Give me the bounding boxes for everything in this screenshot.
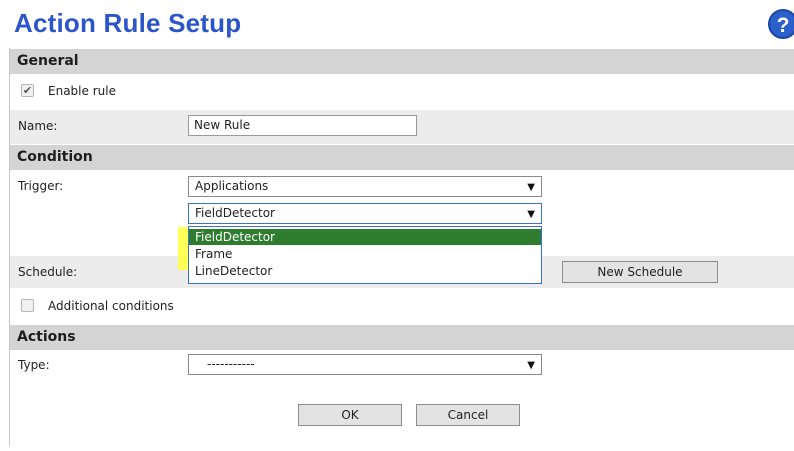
name-row: Name: New Rule (10, 110, 794, 144)
name-label: Name: (18, 119, 58, 133)
cancel-button[interactable]: Cancel (416, 404, 520, 426)
dropdown-option-fielddetector[interactable]: FieldDetector (189, 229, 541, 245)
additional-conditions-row: Additional conditions (10, 290, 794, 322)
subtrigger-select[interactable]: FieldDetector ▼ (188, 203, 542, 224)
section-general-header: General (10, 49, 794, 74)
subtrigger-dropdown-list[interactable]: FieldDetector Frame LineDetector (188, 226, 542, 284)
new-schedule-button[interactable]: New Schedule (562, 261, 718, 283)
subtrigger-value: FieldDetector (195, 206, 275, 220)
ok-button[interactable]: OK (298, 404, 402, 426)
dropdown-option-frame[interactable]: Frame (189, 246, 541, 262)
additional-conditions-label: Additional conditions (48, 299, 174, 313)
action-type-value: ----------- (207, 357, 255, 371)
additional-conditions-checkbox[interactable] (21, 299, 34, 312)
name-input[interactable]: New Rule (188, 115, 417, 136)
enable-rule-row: ✔ Enable rule (10, 74, 794, 108)
triangle-down-icon: ▼ (527, 182, 535, 193)
page-title: Action Rule Setup (14, 8, 242, 38)
section-condition-header: Condition (10, 145, 794, 170)
help-icon[interactable]: ? (768, 9, 794, 39)
checkmark-icon: ✔ (22, 84, 33, 97)
triangle-down-icon: ▼ (527, 209, 535, 220)
trigger-label: Trigger: (18, 179, 64, 193)
type-label: Type: (18, 358, 50, 372)
enable-rule-label: Enable rule (48, 84, 116, 98)
trigger-select[interactable]: Applications ▼ (188, 176, 542, 197)
action-type-select[interactable]: ----------- ▼ (188, 354, 542, 375)
enable-rule-checkbox[interactable]: ✔ (21, 84, 34, 97)
trigger-value: Applications (195, 179, 269, 193)
triangle-down-icon: ▼ (527, 360, 535, 371)
section-actions-header: Actions (10, 325, 794, 350)
schedule-label: Schedule: (18, 265, 78, 279)
dropdown-option-linedetector[interactable]: LineDetector (189, 263, 541, 279)
